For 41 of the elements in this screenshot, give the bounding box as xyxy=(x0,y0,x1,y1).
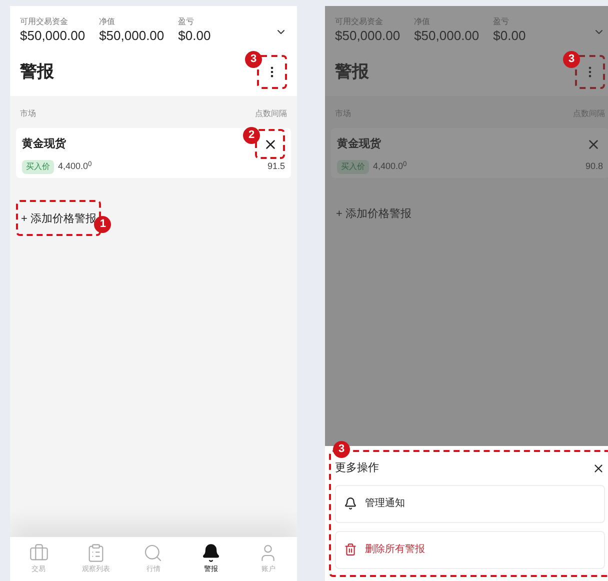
stat-value: $50,000.00 xyxy=(414,28,480,44)
stat-label: 净值 xyxy=(414,16,432,28)
search-icon xyxy=(143,542,164,563)
step-number: 3 xyxy=(333,441,350,458)
instrument-name: 黄金现货 xyxy=(337,136,381,152)
add-alert-link[interactable]: + 添加价格警报 xyxy=(331,200,416,228)
interval-value: 91.5 xyxy=(267,160,285,174)
stat-value: $0.00 xyxy=(178,28,211,44)
stat-value: $50,000.00 xyxy=(335,28,400,44)
bell-icon xyxy=(344,497,357,510)
side-tag: 买入价 xyxy=(22,160,54,174)
step-number: 3 xyxy=(563,51,580,68)
alert-card[interactable]: 黄金现货 2 买入价 4,400.0$^{0}$ 91.5 xyxy=(16,128,291,178)
stat-label: 可用交易资金 xyxy=(335,16,384,28)
page-title: 警报 xyxy=(335,61,369,84)
step-number: 2 xyxy=(243,127,260,144)
alert-card[interactable]: 黄金现货 买入价 4,400.0$^{0}$ 90.8 xyxy=(331,128,608,178)
instrument-name: 黄金现货 xyxy=(22,136,66,152)
sheet-title: 更多操作 xyxy=(335,461,379,476)
stat-label: 盈亏 xyxy=(493,16,510,28)
stat-label: 盈亏 xyxy=(178,16,196,28)
column-header: 市场 xyxy=(20,108,36,120)
step-number: 3 xyxy=(245,51,262,68)
side-tag: 买入价 xyxy=(337,160,369,174)
page-title: 警报 xyxy=(20,61,54,84)
step-number: 1 xyxy=(94,216,112,233)
stat-label: 净值 xyxy=(99,16,116,28)
stat-label: 可用交易资金 xyxy=(20,16,69,28)
alert-price: 4,400.0$^{0}$ xyxy=(373,160,407,174)
trash-icon xyxy=(344,543,357,556)
bell-icon xyxy=(200,542,221,563)
briefcase-icon xyxy=(28,542,49,563)
stat-value: $50,000.00 xyxy=(99,28,164,44)
stat-value: $50,000.00 xyxy=(20,28,86,44)
sheet-option[interactable]: 管理通知 xyxy=(335,484,605,522)
close-icon[interactable] xyxy=(592,462,605,475)
alert-price: 4,400.0$^{0}$ xyxy=(58,160,92,174)
interval-value: 90.8 xyxy=(585,160,603,174)
stat-value: $0.00 xyxy=(493,28,526,44)
sheet-option[interactable]: 删除所有警报 xyxy=(335,530,605,568)
column-header: 点数间隔 xyxy=(255,108,287,120)
